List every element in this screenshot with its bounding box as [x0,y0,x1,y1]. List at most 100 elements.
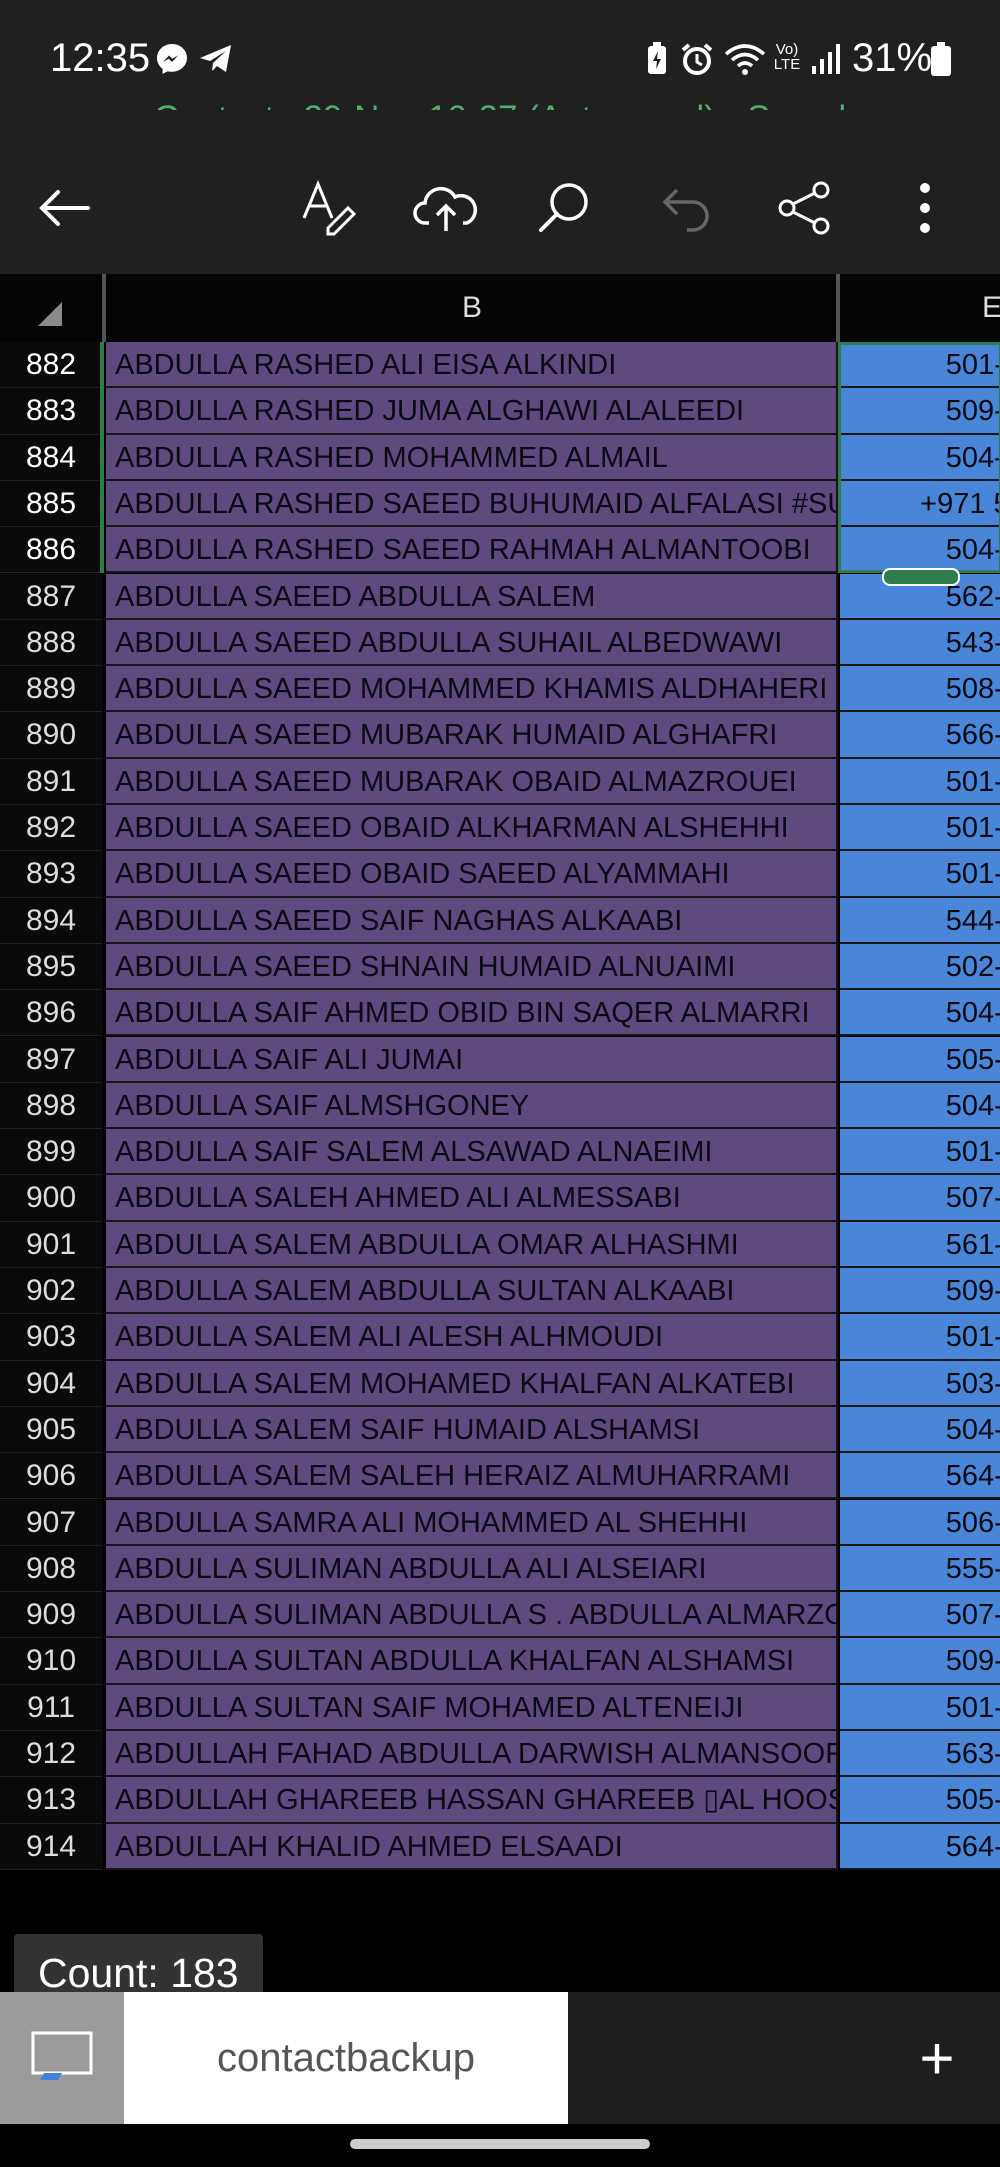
phone-cell[interactable]: 501-51 [840,1129,1000,1176]
table-row[interactable]: 908 ABDULLA SULIMAN ABDULLA ALI ALSEIARI 5… [0,1545,1000,1593]
table-row[interactable]: 891 ABDULLA SAEED MUBARAK OBAID ALMAZROUE… [0,758,1000,805]
row-header[interactable]: 903 [0,1314,102,1361]
row-header[interactable]: 894 [0,897,102,944]
table-row[interactable]: 899 ABDULLA SAIF SALEM ALSAWAD ALNAEIMI 50… [0,1129,1000,1176]
more-options-button[interactable] [885,168,965,248]
table-row[interactable]: 890 ABDULLA SAEED MUBARAK HUMAID ALGHAFRI… [0,712,1000,759]
name-cell[interactable]: ABDULLA SULIMAN ABDULLA S . ABDULLA ALMA… [106,1592,838,1639]
upload-button[interactable] [406,168,486,248]
name-cell[interactable]: ABDULLA SULTAN ABDULLA KHALFAN ALSHAMSI [106,1638,838,1685]
name-cell[interactable]: ABDULLA SAIF ALI JUMAI [106,1036,838,1083]
table-row[interactable]: 884ABDULLA RASHED MOHAMMED ALMAIL 504-99 [0,434,1000,481]
name-cell[interactable]: ABDULLA RASHED MOHAMMED ALMAIL [106,434,838,481]
table-row[interactable]: 893 ABDULLA SAEED OBAID SAEED ALYAMMAHI 50… [0,851,1000,898]
phone-cell[interactable]: 543-90 [840,619,1000,667]
phone-cell[interactable]: 504-89 [840,527,1000,574]
row-header[interactable]: 909 [0,1592,102,1639]
phone-cell[interactable]: 507-91 [840,1175,1000,1222]
table-row[interactable]: 911 ABDULLA SULTAN SAIF MOHAMED ALTENEIJI… [0,1684,1000,1731]
row-header[interactable]: 898 [0,1082,102,1130]
undo-button[interactable] [645,168,725,248]
table-row[interactable]: 898ABDULLA SAIF ALMSHGONEY 504-49 [0,1082,1000,1130]
column-header-e[interactable]: E [842,274,1000,342]
edit-button[interactable] [290,168,370,248]
name-cell[interactable]: ABDULLA SAEED MUBARAK HUMAID ALGHAFRI [106,712,838,759]
name-cell[interactable]: ABDULLAH GHAREEB HASSAN GHAREEB ▯AL HOOS… [106,1777,838,1824]
table-row[interactable]: 909 ABDULLA SULIMAN ABDULLA S . ABDULLA A… [0,1592,1000,1639]
table-row[interactable]: 906 ABDULLA SALEM SALEH HERAIZ ALMUHARRAM… [0,1453,1000,1500]
name-cell[interactable]: ABDULLA SALEM SAIF HUMAID ALSHAMSI [106,1406,838,1454]
table-row[interactable]: 883 ABDULLA RASHED JUMA ALGHAWI ALALEEDI 5… [0,388,1000,435]
phone-cell[interactable]: 544-09 [840,897,1000,944]
table-row[interactable]: 885 ABDULLA RASHED SAEED BUHUMAID ALFALAS… [0,480,1000,528]
phone-cell[interactable]: 504-49 [840,1406,1000,1454]
name-cell[interactable]: ABDULLA SULTAN SAIF MOHAMED ALTENEIJI [106,1684,838,1731]
row-header[interactable]: 884 [0,434,102,481]
column-header-b[interactable]: B [106,274,838,342]
row-header[interactable]: 907 [0,1499,102,1546]
name-cell[interactable]: ABDULLA SAEED MUBARAK OBAID ALMAZROUEI [106,758,838,805]
row-header[interactable]: 908 [0,1545,102,1593]
row-header[interactable]: 910 [0,1638,102,1685]
row-header[interactable]: 882 [0,342,102,389]
row-header[interactable]: 895 [0,943,102,991]
sheet-tab-contactbackup[interactable]: contactbackup [124,1992,568,2124]
phone-cell[interactable]: 504-49 [840,1082,1000,1130]
name-cell[interactable]: ABDULLA SAEED ABDULLA SUHAIL ALBEDWAWI [106,619,838,667]
phone-cell[interactable]: 501-23 [840,805,1000,852]
row-header[interactable]: 912 [0,1731,102,1778]
name-cell[interactable]: ABDULLAH FAHAD ABDULLA DARWISH ALMANSOOR… [106,1731,838,1778]
phone-cell[interactable]: 501-90 [840,851,1000,898]
row-header[interactable]: 899 [0,1129,102,1176]
row-header[interactable]: 887 [0,573,102,620]
name-cell[interactable]: ABDULLA RASHED JUMA ALGHAWI ALALEEDI [106,388,838,435]
name-cell[interactable]: ABDULLA SALEM ABDULLA OMAR ALHASHMI [106,1221,838,1268]
table-row[interactable]: 882ABDULLA RASHED ALI EISA ALKINDI 501-91 [0,342,1000,389]
name-cell[interactable]: ABDULLA RASHED SAEED RAHMAH ALMANTOOBI [106,527,838,574]
phone-cell[interactable]: 504-74 [840,990,1000,1037]
phone-cell[interactable]: +971 55 5 [840,480,1000,528]
phone-cell[interactable]: 501-55 [840,758,1000,805]
table-row[interactable]: 892 ABDULLA SAEED OBAID ALKHARMAN ALSHEHH… [0,805,1000,852]
spreadsheet-grid[interactable]: 882ABDULLA RASHED ALI EISA ALKINDI 501-91… [0,342,1000,1880]
phone-cell[interactable]: 501-91 [840,342,1000,389]
name-cell[interactable]: ABDULLA SAIF SALEM ALSAWAD ALNAEIMI [106,1129,838,1176]
phone-cell[interactable]: 502-02 [840,943,1000,991]
row-header[interactable]: 892 [0,805,102,852]
phone-cell[interactable]: 501-92 [840,1314,1000,1361]
row-header[interactable]: 911 [0,1684,102,1731]
search-button[interactable] [525,168,605,248]
name-cell[interactable]: ABDULLA SAEED ABDULLA SALEM [106,573,838,620]
phone-cell[interactable]: 508-32 [840,666,1000,713]
row-header[interactable]: 883 [0,388,102,435]
row-header[interactable]: 886 [0,527,102,574]
table-row[interactable]: 904 ABDULLA SALEM MOHAMED KHALFAN ALKATEB… [0,1360,1000,1407]
name-cell[interactable]: ABDULLA SULIMAN ABDULLA ALI ALSEIARI [106,1545,838,1593]
phone-cell[interactable]: 501-72 [840,1684,1000,1731]
table-row[interactable]: 896 ABDULLA SAIF AHMED OBID BIN SAQER ALM… [0,990,1000,1037]
name-cell[interactable]: ABDULLA SAEED MOHAMMED KHAMIS ALDHAHERI [106,666,838,713]
table-row[interactable]: 907 ABDULLA SAMRA ALI MOHAMMED AL SHEHHI 5… [0,1499,1000,1546]
name-cell[interactable]: ABDULLA SAEED OBAID ALKHARMAN ALSHEHHI [106,805,838,852]
row-header[interactable]: 914 [0,1823,102,1870]
phone-cell[interactable]: 505-29 [840,1036,1000,1083]
row-header[interactable]: 902 [0,1268,102,1315]
phone-cell[interactable]: 507-70 [840,1592,1000,1639]
row-header[interactable]: 893 [0,851,102,898]
name-cell[interactable]: ABDULLA SALEH AHMED ALI ALMESSABI [106,1175,838,1222]
home-indicator[interactable] [350,2139,650,2149]
name-cell[interactable]: ABDULLA SALEM ABDULLA SULTAN ALKAABI [106,1268,838,1315]
row-header[interactable]: 905 [0,1406,102,1454]
sheet-picker-button[interactable] [0,1992,124,2124]
table-row[interactable]: 897ABDULLA SAIF ALI JUMAI 505-29 [0,1036,1000,1083]
row-header[interactable]: 896 [0,990,102,1037]
phone-cell[interactable]: 555-54 [840,1545,1000,1593]
table-row[interactable]: 887ABDULLA SAEED ABDULLA SALEM562-52 [0,573,1000,620]
name-cell[interactable]: ABDULLA SAEED OBAID SAEED ALYAMMAHI [106,851,838,898]
row-header[interactable]: 885 [0,480,102,528]
table-row[interactable]: 910 ABDULLA SULTAN ABDULLA KHALFAN ALSHAM… [0,1638,1000,1685]
phone-cell[interactable]: 509-44 [840,388,1000,435]
name-cell[interactable]: ABDULLA SAEED SAIF NAGHAS ALKAABI [106,897,838,944]
row-header[interactable]: 889 [0,666,102,713]
name-cell[interactable]: ABDULLA SALEM ALI ALESH ALHMOUDI [106,1314,838,1361]
